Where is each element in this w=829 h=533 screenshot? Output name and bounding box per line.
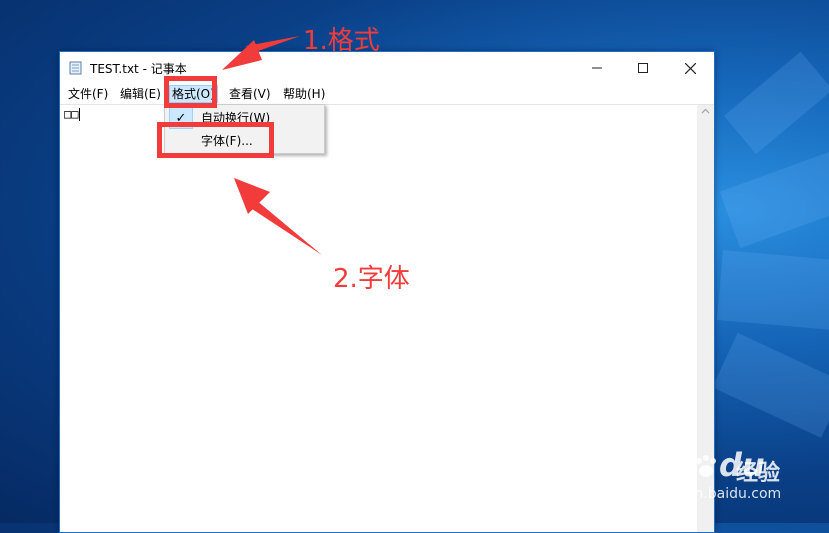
arrow-to-font	[234, 178, 322, 255]
annotation-arrows	[222, 36, 322, 255]
watermark-url: jingyan.baidu.com	[652, 486, 782, 502]
annotation-step1: 1.格式	[303, 26, 380, 56]
arrow-to-format	[222, 36, 300, 70]
watermark-product: 经验	[736, 461, 781, 486]
watermark-brand-bai: Bai	[636, 446, 693, 484]
annotation-step2: 2.字体	[333, 264, 410, 294]
paw-icon	[695, 455, 716, 477]
